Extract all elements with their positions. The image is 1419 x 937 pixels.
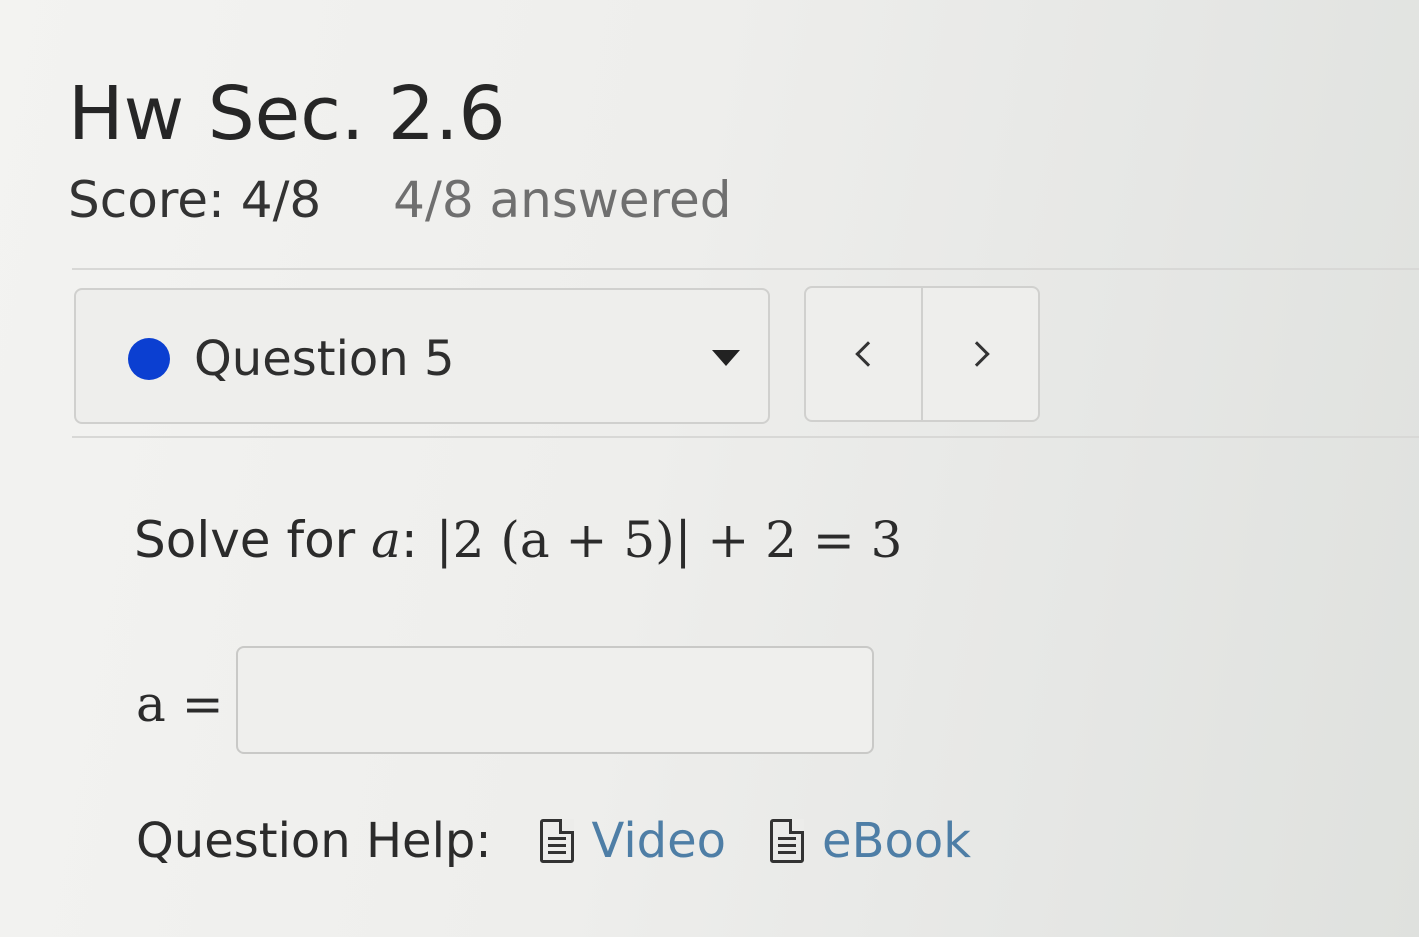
equation: |2 (a + 5)| + 2 = 3 (435, 511, 903, 569)
question-select-dropdown[interactable]: Question 5 (74, 288, 770, 424)
question-help-label: Question Help: (136, 813, 492, 869)
next-question-button[interactable] (921, 288, 1038, 420)
question-status-dot (128, 338, 170, 380)
chevron-left-icon (854, 341, 881, 367)
score-row: Score: 4/8 4/8 answered (68, 170, 732, 230)
answer-input[interactable] (236, 646, 874, 754)
previous-question-button[interactable] (806, 288, 921, 420)
caret-down-icon (712, 350, 740, 366)
top-divider (72, 268, 1419, 270)
ebook-help-link[interactable]: eBook (770, 813, 971, 869)
question-nav-group (804, 286, 1040, 422)
bottom-divider (72, 436, 1419, 438)
score-text: Score: 4/8 (68, 171, 322, 229)
document-icon (539, 819, 574, 863)
prompt-colon: : (400, 511, 418, 569)
page-title: Hw Sec. 2.6 (68, 71, 506, 157)
video-link-label: Video (591, 813, 727, 869)
video-help-link[interactable]: Video (539, 813, 727, 869)
question-help: Question Help: Video eBook (136, 806, 971, 876)
prompt-variable: a (371, 511, 401, 569)
ebook-link-label: eBook (822, 813, 972, 869)
answered-count: 4/8 answered (393, 171, 732, 229)
chevron-right-icon (963, 341, 990, 367)
question-prompt: Solve for a: |2 (a + 5)| + 2 = 3 (134, 508, 902, 572)
question-select-label: Question 5 (194, 331, 455, 387)
document-icon (770, 819, 805, 863)
answer-label: a = (136, 675, 224, 733)
prompt-prefix: Solve for (134, 511, 372, 569)
